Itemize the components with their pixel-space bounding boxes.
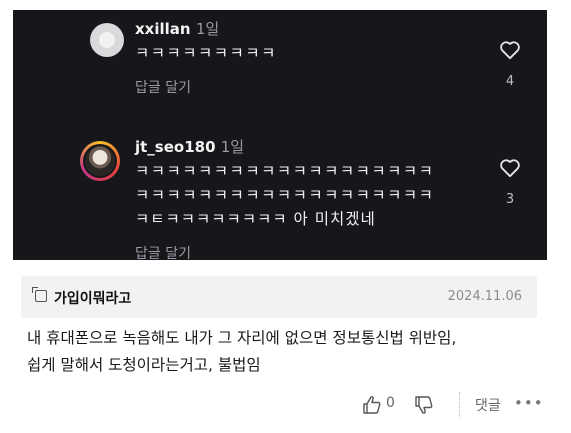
thumbs-up-icon[interactable]: [362, 393, 382, 417]
reply-button[interactable]: 댓글: [475, 395, 501, 415]
post-body-line: 내 휴대폰으로 녹음해도 내가 그 자리에 없으면 정보통신법 위반임,: [27, 329, 457, 347]
post-header: 가입이뭐라고 2024.11.06: [21, 276, 537, 318]
like-count: 4: [505, 74, 515, 89]
heart-icon[interactable]: [499, 158, 521, 178]
comment-username[interactable]: jt_seo180 1일: [135, 136, 244, 157]
post-body-line: 쉽게 말해서 도청이라는거고, 불법임: [27, 356, 261, 374]
divider: [459, 392, 460, 418]
profile-photo: [85, 146, 115, 176]
comment-text-line: ㅋㅌㅋㅋㅋㅋㅋㅋㅋㅋ 아 미치겠네: [135, 210, 376, 228]
avatar[interactable]: [90, 23, 124, 57]
reply-button[interactable]: 답글 달기: [135, 77, 191, 97]
comment-text-line: ㅋㅋㅋㅋㅋㅋㅋㅋㅋ: [135, 44, 277, 62]
post-date: 2024.11.06: [447, 289, 522, 304]
avatar[interactable]: [80, 141, 120, 181]
comment-text-line: ㅋㅋㅋㅋㅋㅋㅋㅋㅋㅋㅋㅋㅋㅋㅋㅋㅋㅋㅋ: [135, 162, 435, 180]
comment-screenshot: xxillan 1일 ㅋㅋㅋㅋㅋㅋㅋㅋㅋ 답글 달기 4 jt_seo180 1…: [13, 10, 547, 260]
like-count: 3: [505, 192, 515, 207]
post-body: 내 휴대폰으로 녹음해도 내가 그 자리에 없으면 정보통신법 위반임, 쉽게 …: [27, 325, 547, 379]
comment-time: 1일: [195, 20, 220, 38]
heart-icon[interactable]: [499, 40, 521, 60]
more-options-icon[interactable]: •••: [514, 394, 544, 412]
like-count: 0: [386, 395, 395, 411]
comment-text-line: ㅋㅋㅋㅋㅋㅋㅋㅋㅋㅋㅋㅋㅋㅋㅋㅋㅋㅋㅋ: [135, 186, 435, 204]
comment-time: 1일: [220, 138, 245, 156]
thumbs-down-icon[interactable]: [414, 393, 434, 417]
reply-button[interactable]: 답글 달기: [135, 243, 191, 260]
board-name[interactable]: 가입이뭐라고: [54, 288, 131, 308]
comment-username[interactable]: xxillan 1일: [135, 18, 219, 39]
board-icon: [32, 287, 47, 302]
